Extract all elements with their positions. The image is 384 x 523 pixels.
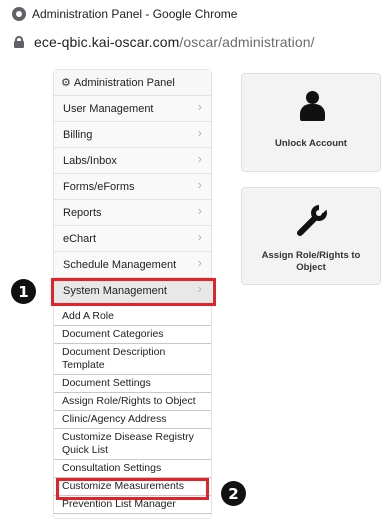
submenu-item-document-description-template[interactable]: Document Description Template (54, 344, 211, 375)
sidebar-item-label: eChart (63, 232, 97, 245)
sidebar-item-label: User Management (63, 102, 154, 115)
url-host: ece-qbic.kai-oscar.com (34, 34, 180, 50)
sidebar-item-label: Schedule Management (63, 258, 177, 271)
lock-icon[interactable] (14, 36, 24, 48)
step-badge-1: 1 (11, 279, 36, 304)
wrench-icon-wrap (242, 188, 380, 238)
sidebar-header: ⚙ Administration Panel (54, 70, 211, 96)
url-text[interactable]: ece-qbic.kai-oscar.com/oscar/administrat… (34, 34, 315, 50)
sidebar-item-label: Labs/Inbox (63, 154, 117, 167)
sidebar-header-label: Administration Panel (73, 76, 175, 89)
chevron-right-icon: › (197, 125, 202, 140)
submenu-item-assign-role-rights[interactable]: Assign Role/Rights to Object (54, 393, 211, 411)
sidebar-item-label: Forms/eForms (63, 180, 135, 193)
sidebar-item-forms-eforms[interactable]: Forms/eForms › (54, 174, 211, 200)
window-title: Administration Panel - Google Chrome (32, 6, 238, 21)
sidebar-item-echart[interactable]: eChart › (54, 226, 211, 252)
highlight-box-system-management (51, 278, 216, 306)
chrome-icon (12, 6, 26, 21)
chevron-right-icon: › (197, 203, 202, 218)
chevron-right-icon: › (197, 255, 202, 270)
sidebar-item-reports[interactable]: Reports › (54, 200, 211, 226)
sidebar-item-labs-inbox[interactable]: Labs/Inbox › (54, 148, 211, 174)
gear-icon: ⚙ (61, 77, 71, 89)
submenu-item-add-a-role[interactable]: Add A Role (54, 304, 211, 326)
chevron-right-icon: › (197, 99, 202, 114)
sidebar-item-billing[interactable]: Billing › (54, 122, 211, 148)
chevron-right-icon: › (197, 177, 202, 192)
sidebar-item-label: Reports (63, 206, 102, 219)
user-icon (298, 91, 326, 123)
address-bar[interactable]: ece-qbic.kai-oscar.com/oscar/administrat… (0, 27, 384, 57)
sidebar-item-user-management[interactable]: User Management › (54, 96, 211, 122)
highlight-box-customize-measurements (56, 478, 209, 500)
chevron-right-icon: › (197, 151, 202, 166)
browser-title-bar: Administration Panel - Google Chrome (0, 0, 384, 27)
page-content: ⚙ Administration Panel User Management ›… (0, 57, 384, 523)
unlock-account-label: Unlock Account (275, 138, 347, 149)
submenu-item-document-categories[interactable]: Document Categories (54, 326, 211, 344)
sidebar-item-label: Billing (63, 128, 93, 141)
user-icon-wrap (242, 74, 380, 124)
unlock-account-card[interactable]: Unlock Account (241, 73, 381, 172)
submenu-item-consultation-settings[interactable]: Consultation Settings (54, 460, 211, 478)
submenu-item-clinic-agency-address[interactable]: Clinic/Agency Address (54, 411, 211, 429)
url-path: /oscar/administration/ (179, 34, 315, 50)
step-badge-2: 2 (221, 481, 246, 506)
sidebar-item-schedule-management[interactable]: Schedule Management › (54, 252, 211, 278)
submenu-item-customize-disease-registry[interactable]: Customize Disease Registry Quick List (54, 429, 211, 460)
assign-role-label: Assign Role/Rights to Object (261, 250, 361, 273)
wrench-icon (297, 204, 328, 236)
chevron-right-icon: › (197, 229, 202, 244)
assign-role-card[interactable]: Assign Role/Rights to Object (241, 187, 381, 285)
submenu-item-document-settings[interactable]: Document Settings (54, 375, 211, 393)
